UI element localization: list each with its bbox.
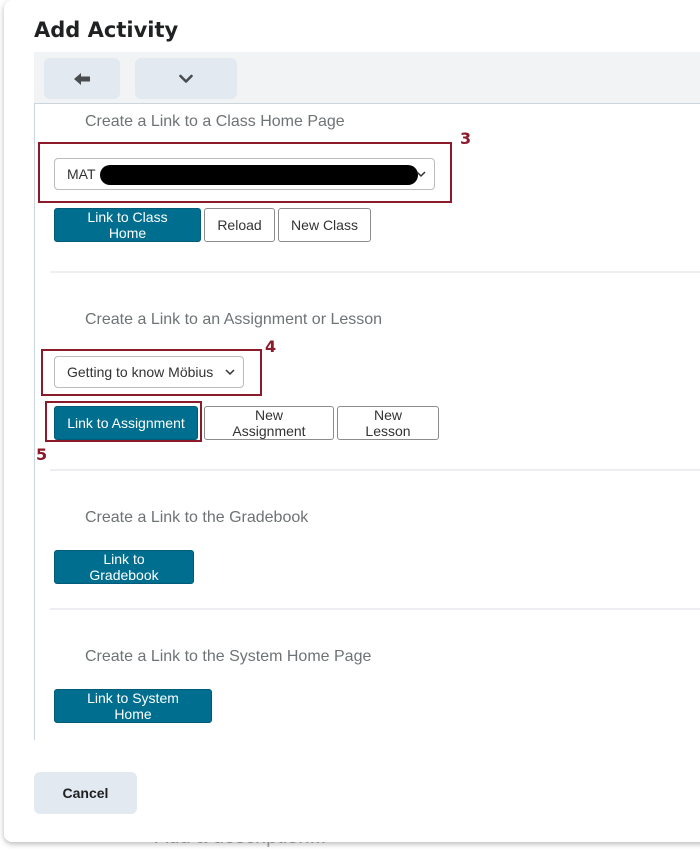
back-button[interactable]: [44, 58, 120, 99]
dialog-title: Add Activity: [34, 18, 179, 42]
callout-number-5: 5: [36, 445, 48, 464]
chevron-down-icon: [179, 74, 193, 83]
callout-box-4: [41, 349, 262, 396]
section-divider: [50, 608, 700, 610]
section-title-system-home: Create a Link to the System Home Page: [85, 648, 372, 665]
callout-box-3: [38, 142, 452, 203]
new-assignment-button[interactable]: New Assignment: [204, 406, 334, 440]
link-to-system-home-button[interactable]: Link to System Home: [54, 689, 212, 723]
new-lesson-button[interactable]: New Lesson: [337, 406, 439, 440]
section-divider: [50, 271, 700, 273]
link-to-gradebook-button[interactable]: Link to Gradebook: [54, 550, 194, 584]
section-title-assignment: Create a Link to an Assignment or Lesson: [85, 311, 383, 328]
callout-box-5: [45, 401, 202, 442]
cancel-button[interactable]: Cancel: [34, 772, 137, 814]
link-content-frame: Create a Link to a Class Home Page MAT 3…: [34, 103, 700, 740]
new-class-button[interactable]: New Class: [278, 208, 371, 242]
link-to-class-home-button[interactable]: Link to Class Home: [54, 208, 201, 242]
reload-button[interactable]: Reload: [204, 208, 275, 242]
dialog-toolbar: [34, 52, 700, 103]
menu-dropdown-button[interactable]: [135, 58, 237, 99]
section-title-gradebook: Create a Link to the Gradebook: [85, 509, 309, 526]
arrow-left-icon: [74, 72, 90, 85]
callout-number-3: 3: [460, 129, 472, 148]
section-title-class-home: Create a Link to a Class Home Page: [85, 113, 345, 130]
add-activity-dialog: Add Activity Create a Link to a Class Ho…: [4, 0, 700, 842]
section-divider: [50, 469, 700, 471]
callout-number-4: 4: [265, 337, 277, 356]
